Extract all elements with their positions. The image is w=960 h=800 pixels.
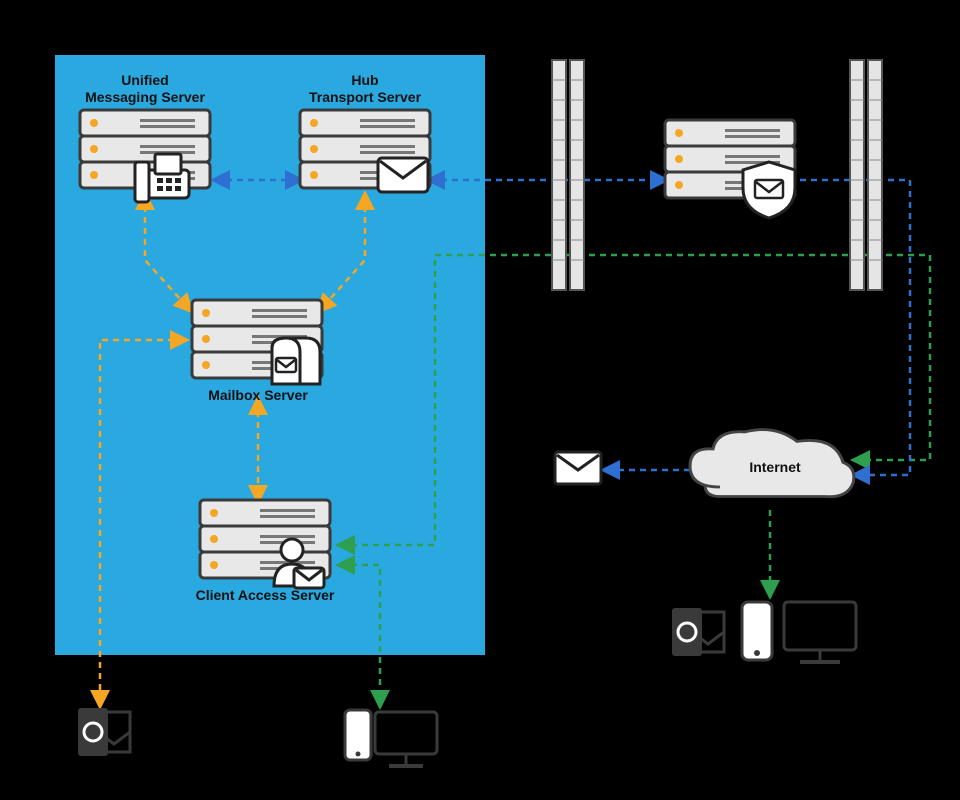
edge-transport-server (665, 120, 795, 218)
client-access-server (200, 500, 330, 588)
external-clients-icon (672, 602, 856, 662)
envelope-icon (378, 158, 428, 192)
internal-devices-icon (345, 710, 437, 766)
hub-transport-label-1: Hub (351, 72, 378, 88)
shield-envelope-icon (743, 162, 795, 218)
internet-label: Internet (749, 459, 801, 475)
external-envelope-icon (555, 452, 601, 484)
mailbox-server (192, 300, 322, 384)
client-access-label: Client Access Server (196, 587, 335, 603)
mailbox-icon (272, 338, 320, 384)
hub-transport-label-2: Transport Server (309, 89, 422, 105)
internet-cloud: Internet (690, 430, 854, 497)
unified-messaging-label-2: Messaging Server (85, 89, 205, 105)
mailbox-label: Mailbox Server (208, 387, 308, 403)
internal-outlook-icon (78, 708, 130, 756)
unified-messaging-label-1: Unified (121, 72, 168, 88)
fax-icon (135, 154, 189, 202)
hub-transport-server (300, 110, 430, 192)
diagram-canvas: Unified Messaging Server Hub Transport S… (0, 0, 960, 800)
unified-messaging-server (80, 110, 210, 202)
